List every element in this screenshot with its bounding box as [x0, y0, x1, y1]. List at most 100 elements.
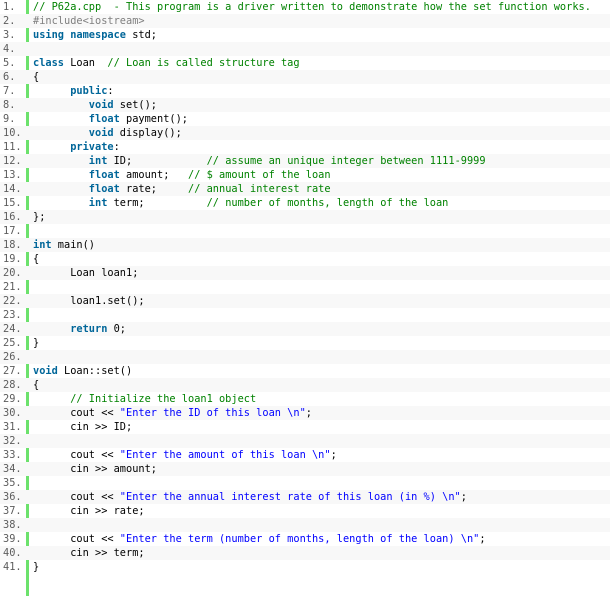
code-token: Loan::set(): [57, 365, 133, 377]
line-source: };: [29, 210, 610, 224]
code-line: 5. class Loan // Loan is called structure…: [0, 56, 610, 70]
code-line: 14. float rate; // annual interest rate: [0, 182, 610, 196]
line-number: 8.: [3, 99, 16, 111]
line-number: 23.: [3, 309, 22, 321]
code-token: display();: [113, 127, 182, 139]
code-line: 16.};: [0, 210, 610, 224]
keyword-token: float: [88, 183, 120, 195]
line-number: 13.: [3, 169, 22, 181]
line-source: // P62a.cpp - This program is a driver w…: [29, 0, 610, 14]
code-token: :: [107, 85, 114, 97]
keyword-token: int: [88, 197, 108, 209]
line-source: [29, 308, 610, 322]
code-line: 18. int main(): [0, 238, 610, 252]
line-source: return 0;: [29, 322, 610, 336]
code-token: main(): [51, 239, 96, 251]
line-source: cout << "Enter the term (number of month…: [29, 532, 610, 546]
string-token: "Enter the ID of this loan \n": [119, 407, 306, 419]
line-source: class Loan // Loan is called structure t…: [29, 56, 610, 70]
keyword-token: int: [88, 155, 108, 167]
line-source: [29, 350, 610, 364]
line-source: cout << "Enter the ID of this loan \n";: [29, 406, 610, 420]
keyword-token: using: [33, 29, 64, 41]
code-line: 31. cin >> ID;: [0, 420, 610, 434]
line-number: 30.: [3, 407, 22, 419]
line-number: 12.: [3, 155, 22, 167]
line-source: void set();: [29, 98, 610, 112]
code-line: 37. cin >> rate;: [0, 504, 610, 518]
code-token: {: [33, 379, 40, 391]
line-source: float rate; // annual interest rate: [29, 182, 610, 196]
line-source: #include<iostream>: [29, 14, 610, 28]
line-source: [29, 518, 610, 532]
line-number: 27.: [3, 365, 22, 377]
line-number: 40.: [3, 547, 22, 559]
line-number: 19.: [3, 253, 22, 265]
code-line: 1. // P62a.cpp - This program is a driver…: [0, 0, 610, 14]
code-line: 7. public:: [0, 84, 610, 98]
line-number: 26.: [3, 351, 22, 363]
code-token: term;: [107, 197, 207, 209]
code-line: 11. private:: [0, 140, 610, 154]
code-token: ;: [460, 491, 467, 503]
line-number: 22.: [3, 295, 22, 307]
keyword-token: return: [70, 323, 108, 335]
code-line: 27. void Loan::set(): [0, 364, 610, 378]
code-token: ;: [479, 533, 486, 545]
code-token: cout <<: [33, 533, 120, 545]
code-token: {: [33, 253, 40, 265]
line-number: 36.: [3, 491, 22, 503]
line-source: cin >> term;: [29, 546, 610, 560]
line-number: 11.: [3, 141, 22, 153]
code-token: amount;: [119, 169, 188, 181]
code-line: 30. cout << "Enter the ID of this loan \…: [0, 406, 610, 420]
code-token: cin >> rate;: [33, 505, 145, 517]
line-source: }: [29, 336, 610, 350]
code-token: Loan: [64, 57, 108, 69]
line-source: {: [29, 252, 610, 266]
line-number: 24.: [3, 323, 22, 335]
line-number: 10.: [3, 127, 22, 139]
line-source: float amount; // $ amount of the loan: [29, 168, 610, 182]
keyword-token: void: [88, 99, 114, 111]
line-number: 32.: [3, 435, 22, 447]
line-source: [29, 434, 610, 448]
line-number: 14.: [3, 183, 22, 195]
string-token: "Enter the annual interest rate of this …: [119, 491, 461, 503]
code-line: 12. int ID; // assume an unique integer …: [0, 154, 610, 168]
line-source: [29, 476, 610, 490]
line-number: 21.: [3, 281, 22, 293]
line-source: }: [29, 560, 610, 574]
code-line: 17.: [0, 224, 610, 238]
line-number: 41.: [3, 561, 22, 573]
code-line: 40. cin >> term;: [0, 546, 610, 560]
line-number: 20.: [3, 267, 22, 279]
code-line: 29. // Initialize the loan1 object: [0, 392, 610, 406]
code-line: 38.: [0, 518, 610, 532]
code-line: 10. void display();: [0, 126, 610, 140]
code-line: 6. {: [0, 70, 610, 84]
code-token: }: [33, 337, 40, 349]
line-source: cin >> amount;: [29, 462, 610, 476]
code-token: std;: [126, 29, 157, 41]
line-source: cin >> ID;: [29, 420, 610, 434]
line-number: 9.: [3, 113, 16, 125]
line-source: void Loan::set(): [29, 364, 610, 378]
code-token: {: [33, 71, 40, 83]
code-line: 21.: [0, 280, 610, 294]
keyword-token: void: [33, 365, 58, 377]
line-source: cin >> rate;: [29, 504, 610, 518]
line-number: 31.: [3, 421, 22, 433]
code-line: 26.: [0, 350, 610, 364]
line-source: Loan loan1;: [29, 266, 610, 280]
code-line: 13. float amount; // $ amount of the loa…: [0, 168, 610, 182]
line-number: 25.: [3, 337, 22, 349]
line-number: 18.: [3, 239, 22, 251]
code-line: 2. #include<iostream>: [0, 14, 610, 28]
line-number: 15.: [3, 197, 22, 209]
line-source: int term; // number of months, length of…: [29, 196, 610, 210]
comment-token: // number of months, length of the loan: [206, 197, 449, 209]
line-source: public:: [29, 84, 610, 98]
